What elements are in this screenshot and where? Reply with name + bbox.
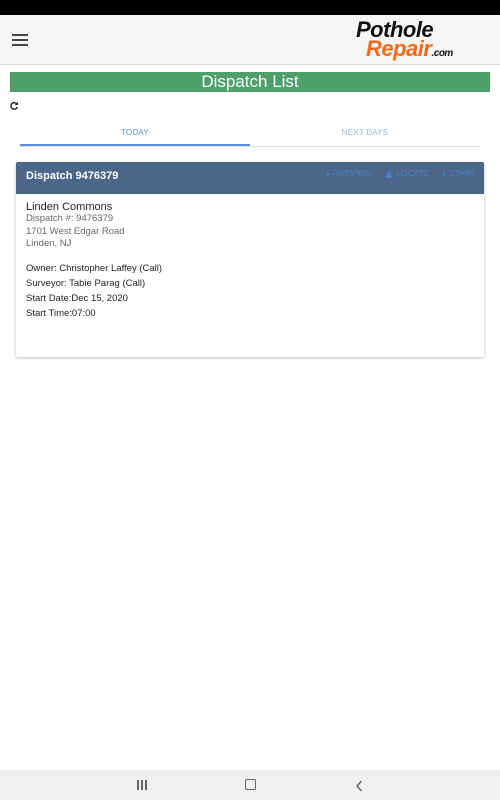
- dispatch-number: Dispatch #: 9476379: [26, 213, 114, 224]
- logo-text-repair: Repair.com: [366, 36, 453, 61]
- recents-icon[interactable]: [136, 779, 148, 791]
- status-bar: [0, 0, 500, 15]
- preview-button[interactable]: PREVIEW: [326, 168, 372, 178]
- dispatch-tabs: TODAY NEXT DAYS: [20, 124, 480, 147]
- tab-next-days[interactable]: NEXT DAYS: [250, 124, 480, 146]
- tab-today[interactable]: TODAY: [20, 124, 250, 146]
- back-icon[interactable]: [355, 779, 364, 792]
- app-header: Pothole Repair.com: [0, 15, 500, 65]
- start-date: Start Date:Dec 15, 2020: [26, 293, 128, 305]
- site-name: Linden Commons: [26, 201, 113, 213]
- dispatch-card: Dispatch 9476379 Linden Commons Dispatch…: [16, 162, 484, 357]
- home-icon[interactable]: [245, 779, 256, 790]
- navigation-arrow-icon: [385, 169, 394, 178]
- page-title: Dispatch List: [10, 72, 490, 92]
- refresh-icon[interactable]: [9, 98, 19, 110]
- surveyor-info: Surveyor: Tabie Parag (Call): [26, 277, 146, 289]
- triangle-right-icon: [326, 170, 330, 177]
- site-address: 1701 West Edgar Road: [26, 225, 125, 237]
- dispatch-actions: PREVIEW LOCATE START: [316, 168, 476, 180]
- dispatch-card-body: Linden Commons Dispatch #: 9476379 1701 …: [16, 194, 484, 328]
- start-button[interactable]: START: [442, 168, 476, 178]
- triangle-right-icon: [442, 170, 446, 177]
- locate-button[interactable]: LOCATE: [385, 168, 430, 178]
- start-time: Start Time:07:00: [26, 308, 96, 320]
- hamburger-menu-icon[interactable]: [12, 33, 28, 47]
- system-nav-bar: [0, 770, 500, 800]
- site-city: Linden, NJ: [26, 238, 72, 249]
- pothole-repair-logo: Pothole Repair.com: [356, 18, 496, 62]
- owner-info: Owner: Christopher Laffey (Call): [26, 262, 163, 274]
